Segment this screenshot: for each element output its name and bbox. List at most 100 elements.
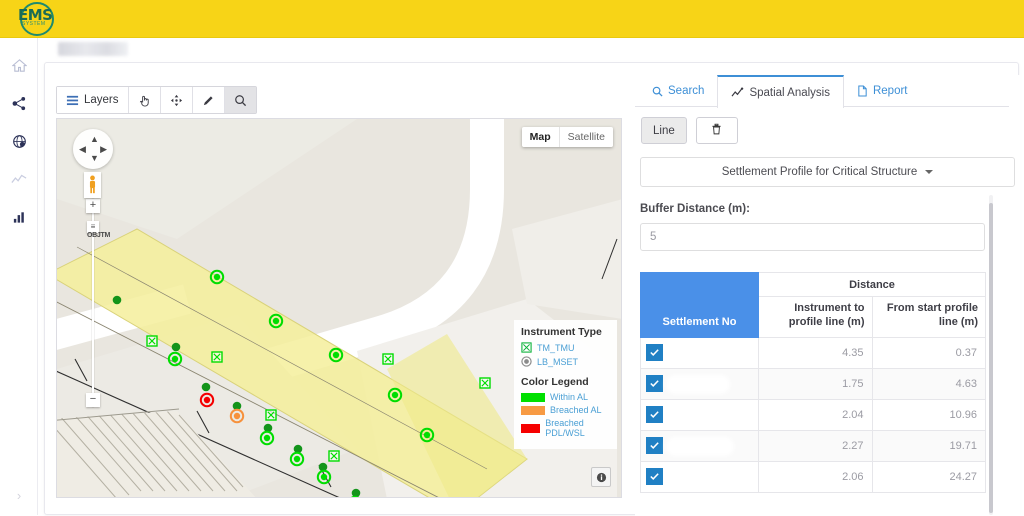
table-row[interactable]: 2.04 10.96: [640, 398, 986, 431]
layers-icon: [66, 94, 79, 107]
tab-spatial-analysis-label: Spatial Analysis: [749, 86, 830, 99]
cell-settlement-no[interactable]: [640, 336, 759, 369]
trash-icon: [711, 123, 722, 138]
map-type-satellite-button[interactable]: Satellite: [559, 127, 613, 147]
map-type-switcher[interactable]: Map Satellite: [521, 127, 613, 147]
buffer-distance-input[interactable]: 5: [640, 223, 985, 251]
sidebar-item-trend[interactable]: [0, 160, 38, 198]
profile-select-value: Settlement Profile for Critical Structur…: [721, 166, 918, 178]
line-chart-icon: [11, 172, 27, 186]
cell-settlement-no[interactable]: [640, 429, 759, 462]
swatch-within-al: [521, 392, 545, 402]
search-icon: [234, 94, 247, 107]
chevron-down-icon: [925, 170, 934, 174]
pan-right-icon[interactable]: ▶: [100, 145, 107, 154]
cell-from-start-profile: 19.71: [871, 429, 986, 462]
share-nodes-icon: [12, 96, 27, 111]
tab-search-label: Search: [668, 85, 705, 97]
cell-from-start-profile: 4.63: [871, 367, 986, 400]
legend-item-breached-al: Breached AL: [521, 405, 610, 415]
column-header-from-start-profile[interactable]: From start profile line (m): [871, 296, 986, 338]
map-zoom-slider[interactable]: + ≡ OBJTM −: [86, 199, 110, 407]
row-checkbox[interactable]: [646, 375, 663, 392]
table-body: 4.35 0.37 1.75 4.63 2.04 10.96 2.27 19.71 2.06 24…: [640, 336, 986, 493]
legend-label-tm-tmu: TM_TMU: [537, 342, 575, 353]
map-panel: Layers ▲ ▼ ◀ ▶ + ≡ OBJTM − Map Satellite…: [56, 86, 622, 498]
square-x-icon: [521, 342, 532, 353]
legend-item-breached-pdl: Breached PDL/WSL: [521, 418, 610, 438]
profile-select[interactable]: Settlement Profile for Critical Structur…: [640, 157, 1015, 187]
tab-search[interactable]: Search: [639, 75, 717, 107]
left-sidebar: ›: [0, 38, 38, 515]
panel-tabs: Search Spatial Analysis Report: [635, 75, 1009, 108]
buffer-distance-label: Buffer Distance (m):: [640, 203, 750, 215]
legend-color-title: Color Legend: [521, 376, 589, 388]
zoom-out-button[interactable]: −: [86, 393, 100, 407]
map-legend: Instrument Type TM_TMU LB_MSET Color Leg…: [514, 320, 617, 449]
sidebar-item-reports[interactable]: [0, 198, 38, 236]
column-header-instrument-to-profile[interactable]: Instrument to profile line (m): [758, 296, 873, 338]
map-toolbar: Layers: [56, 86, 257, 114]
legend-label-lb-mset: LB_MSET: [537, 356, 579, 367]
layers-label: Layers: [84, 94, 119, 106]
pan-up-icon[interactable]: ▲: [90, 135, 99, 144]
table-row[interactable]: 1.75 4.63: [640, 367, 986, 400]
cell-settlement-no[interactable]: [640, 398, 759, 431]
cell-instrument-to-profile: 4.35: [758, 336, 873, 369]
app-logo[interactable]: EMS SYSTEM: [12, 1, 64, 37]
legend-item-tm-tmu: TM_TMU: [521, 342, 610, 353]
cell-from-start-profile: 10.96: [871, 398, 986, 431]
pencil-icon: [202, 94, 215, 107]
legend-label-breached-al: Breached AL: [550, 405, 602, 415]
tab-spatial-analysis[interactable]: Spatial Analysis: [717, 75, 844, 108]
settlement-table-wrapper: Settlement No Distance Instrument to pro…: [640, 272, 986, 493]
row-checkbox[interactable]: [646, 344, 663, 361]
map-pan-control[interactable]: ▲ ▼ ◀ ▶: [73, 129, 113, 169]
table-row[interactable]: 2.06 24.27: [640, 460, 986, 493]
table-head: Settlement No Distance Instrument to pro…: [640, 272, 986, 338]
pan-hand-tool-button[interactable]: [128, 87, 161, 113]
panel-scrollbar-thumb[interactable]: [989, 203, 993, 513]
logo-subtext: SYSTEM: [22, 21, 46, 27]
sidebar-item-globe[interactable]: [0, 122, 38, 160]
breadcrumb: [58, 42, 128, 56]
sidebar-expand-button[interactable]: ›: [0, 483, 38, 507]
row-checkbox[interactable]: [646, 406, 663, 423]
main-content-card: Layers ▲ ▼ ◀ ▶ + ≡ OBJTM − Map Satellite…: [44, 62, 1020, 516]
map-info-button[interactable]: [591, 467, 611, 487]
table-row[interactable]: 2.27 19.71: [640, 429, 986, 462]
settlement-table: Settlement No Distance Instrument to pro…: [640, 272, 986, 493]
row-checkbox[interactable]: [646, 437, 663, 454]
draw-pencil-tool-button[interactable]: [192, 87, 225, 113]
map-type-map-button[interactable]: Map: [521, 127, 560, 147]
zoom-in-button[interactable]: +: [86, 199, 100, 213]
chart-line-icon: [731, 87, 744, 98]
row-checkbox[interactable]: [646, 468, 663, 485]
layers-button[interactable]: Layers: [57, 87, 129, 113]
column-header-settlement-no[interactable]: Settlement No: [640, 272, 759, 338]
cell-settlement-no[interactable]: [640, 460, 759, 493]
search-tool-button[interactable]: [224, 87, 256, 113]
cell-settlement-no[interactable]: [640, 367, 759, 400]
home-icon: [11, 58, 27, 73]
tab-report[interactable]: Report: [844, 75, 921, 107]
legend-item-lb-mset: LB_MSET: [521, 356, 610, 367]
swatch-breached-al: [521, 405, 545, 415]
cell-from-start-profile: 24.27: [871, 460, 986, 493]
sidebar-item-home[interactable]: [0, 46, 38, 84]
column-group-header-distance: Distance: [758, 272, 986, 297]
move-tool-button[interactable]: [160, 87, 193, 113]
move-arrows-icon: [170, 94, 183, 107]
cell-instrument-to-profile: 2.06: [758, 460, 873, 493]
globe-icon: [12, 134, 27, 149]
pan-down-icon[interactable]: ▼: [90, 154, 99, 163]
pan-left-icon[interactable]: ◀: [79, 145, 86, 154]
line-tool-button[interactable]: Line: [641, 117, 687, 144]
map-canvas[interactable]: ▲ ▼ ◀ ▶ + ≡ OBJTM − Map Satellite Instru…: [56, 118, 622, 498]
table-row[interactable]: 4.35 0.37: [640, 336, 986, 369]
delete-button[interactable]: [695, 117, 738, 144]
sidebar-item-network[interactable]: [0, 84, 38, 122]
street-view-pegman[interactable]: [84, 172, 101, 198]
tab-report-label: Report: [872, 85, 908, 97]
info-circle-icon: [596, 472, 606, 482]
